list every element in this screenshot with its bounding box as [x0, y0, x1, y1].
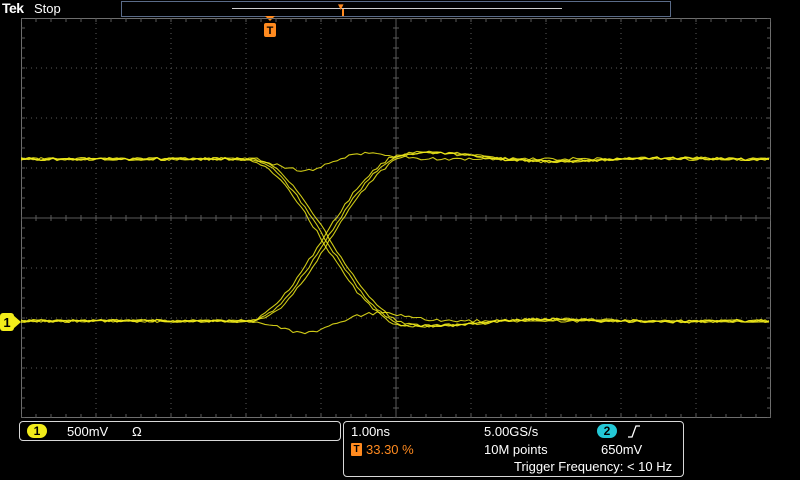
- channel1-scale: 500mV: [67, 424, 109, 439]
- record-trigger-stem: [342, 9, 344, 16]
- trigger-position-icon: T: [351, 443, 362, 456]
- run-state-label: Stop: [34, 1, 61, 16]
- waveform-traces: [21, 150, 770, 335]
- trigger-source-badge: 2: [597, 424, 617, 438]
- trigger-position-percent: 33.30 %: [366, 442, 414, 457]
- record-length: 10M points: [484, 442, 548, 457]
- acquisition-readout[interactable]: 1.00ns 5.00GS/s T 33.30 % 10M points 2 6…: [343, 421, 684, 477]
- sample-rate: 5.00GS/s: [484, 424, 539, 439]
- trigger-frequency: Trigger Frequency: < 10 Hz: [514, 459, 673, 474]
- graticule-grid: [21, 18, 771, 418]
- waveform-trace-fall: [21, 157, 770, 328]
- channel1-badge: 1: [27, 424, 47, 438]
- trigger-level: 650mV: [601, 442, 643, 457]
- top-status-bar: Tek Stop ▾: [0, 0, 800, 17]
- waveform-trace-rise: [21, 150, 770, 324]
- record-view-bar[interactable]: ▾: [121, 1, 671, 17]
- channel1-marker-label: 1: [3, 315, 10, 330]
- horizontal-scale: 1.00ns: [351, 424, 391, 439]
- waveform-trace-fall: [21, 156, 770, 328]
- waveform-graticule[interactable]: [21, 18, 771, 418]
- rising-edge-icon: [628, 425, 640, 438]
- channel1-readout[interactable]: 1 500mV Ω: [19, 421, 341, 441]
- record-waveform-line: [232, 8, 562, 9]
- channel1-ground-marker[interactable]: 1: [0, 313, 21, 331]
- brand-logo: Tek: [2, 0, 24, 16]
- termination-ohm-icon: Ω: [132, 424, 142, 439]
- waveform-trace-fall: [21, 157, 770, 328]
